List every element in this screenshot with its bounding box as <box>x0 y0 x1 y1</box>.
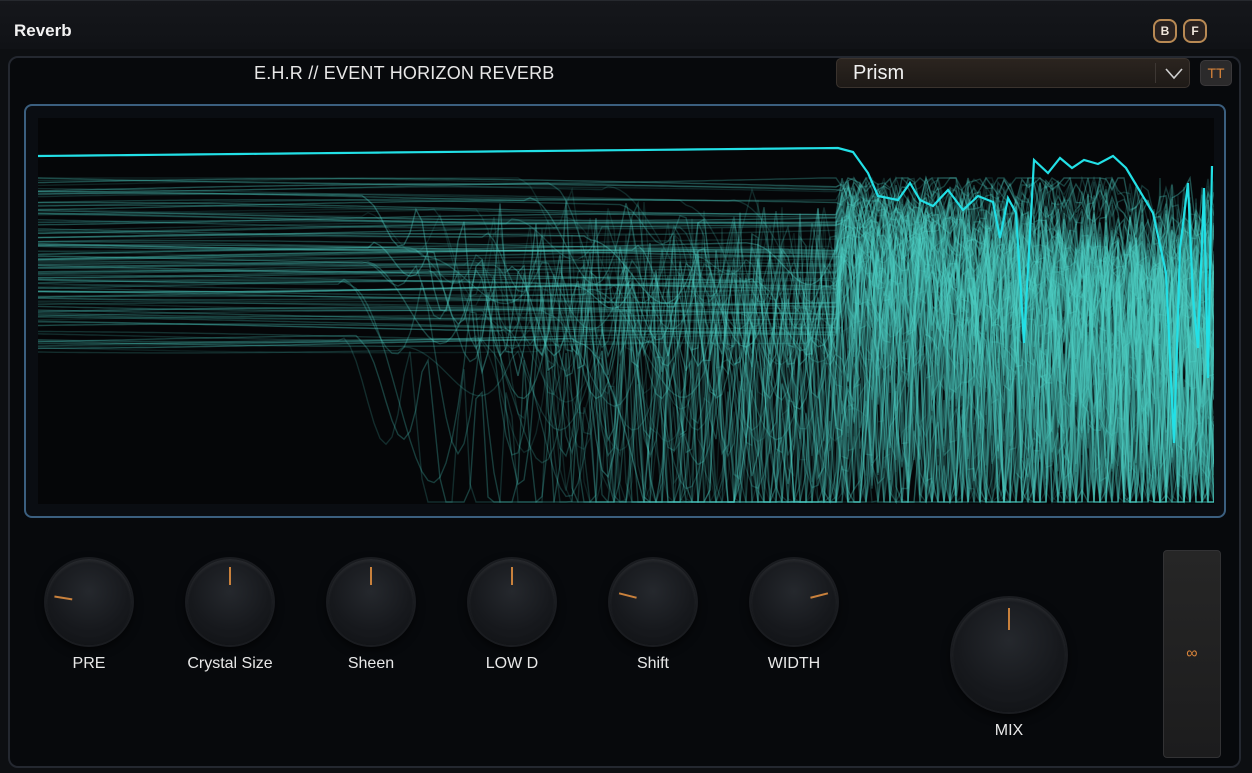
low-d-knob[interactable] <box>469 559 555 645</box>
infinity-icon: ∞ <box>1186 645 1198 662</box>
knob-shift[interactable]: Shift <box>598 559 708 679</box>
knob-sheen[interactable]: Sheen <box>316 559 426 679</box>
width-knob[interactable] <box>751 559 837 645</box>
knob-label: PRE <box>72 655 106 672</box>
knob-label: LOW D <box>485 655 539 672</box>
chevron-down-icon <box>1165 68 1183 80</box>
frequency-response-display <box>38 146 1214 504</box>
tt-button[interactable]: TT <box>1200 60 1232 86</box>
knob-label: Crystal Size <box>187 655 273 672</box>
knob-pre[interactable]: PRE <box>34 559 144 679</box>
infinite-decay-toggle[interactable]: ∞ <box>1163 550 1221 758</box>
mix-knob[interactable] <box>952 598 1066 712</box>
knob-label: Shift <box>636 655 669 672</box>
knob-label: MIX <box>994 722 1024 739</box>
plugin-slot-title: Reverb <box>14 21 72 40</box>
knob-label: Sheen <box>347 655 395 672</box>
knob-pointer <box>370 567 372 585</box>
knob-label: WIDTH <box>767 655 821 672</box>
knob-width[interactable]: WIDTH <box>739 559 849 679</box>
decay-traces <box>38 175 1214 504</box>
knob-pointer <box>1008 608 1010 630</box>
knob-mix[interactable]: MIX <box>952 598 1066 748</box>
reverb-panel: E.H.R // EVENT HORIZON REVERB Prism TT P… <box>8 56 1241 768</box>
preset-value: Prism <box>853 62 905 84</box>
sheen-knob[interactable] <box>328 559 414 645</box>
knob-pointer <box>229 567 231 585</box>
bypass-button[interactable]: B <box>1153 19 1177 43</box>
plugin-title: E.H.R // EVENT HORIZON REVERB <box>254 63 555 83</box>
freeze-button[interactable]: F <box>1183 19 1207 43</box>
visualizer-canvas <box>38 118 1214 504</box>
preset-dropdown[interactable]: Prism <box>836 58 1190 88</box>
crystal-size-knob[interactable] <box>187 559 273 645</box>
spectrum-visualizer <box>24 104 1226 518</box>
knob-low-d[interactable]: LOW D <box>457 559 567 679</box>
knob-crystal-size[interactable]: Crystal Size <box>175 559 285 679</box>
preset-divider <box>1155 63 1156 83</box>
pre-knob[interactable] <box>46 559 132 645</box>
plugin-header: Reverb B F <box>0 0 1252 49</box>
knob-pointer <box>511 567 513 585</box>
shift-knob[interactable] <box>610 559 696 645</box>
